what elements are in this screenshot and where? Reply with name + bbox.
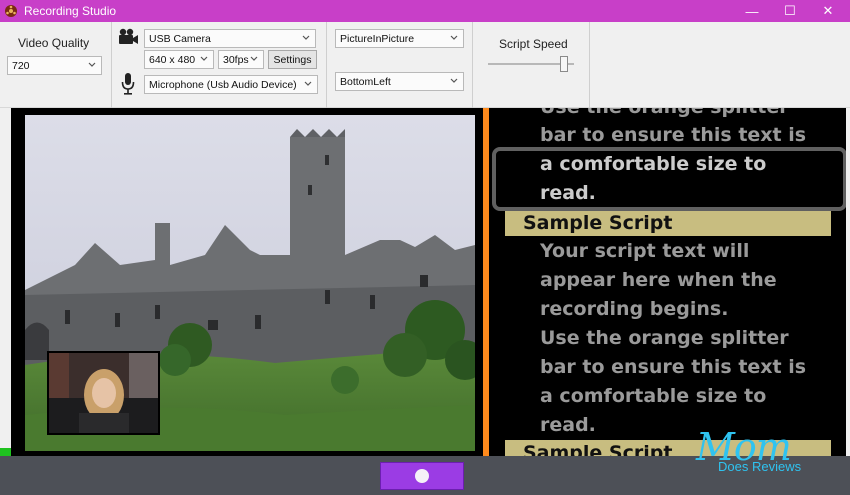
chevron-down-icon: [200, 56, 208, 61]
watermark-sub: Does Reviews: [718, 459, 802, 474]
camera-select[interactable]: USB Camera: [144, 29, 316, 48]
video-quality-select[interactable]: 720: [7, 56, 102, 75]
close-button[interactable]: ✕: [809, 0, 847, 22]
script-line: appear here when the: [540, 269, 777, 291]
chevron-down-icon: [450, 78, 458, 83]
window-title: Recording Studio: [24, 4, 117, 18]
script-line: read.: [540, 414, 596, 436]
webcam-feed-image: [49, 353, 158, 433]
movie-camera-icon: [119, 28, 138, 44]
microphone-value: Microphone (Usb Audio Device): [149, 78, 297, 91]
separator: [111, 22, 112, 108]
fps-select[interactable]: 30fps: [218, 50, 264, 69]
right-gutter: [846, 108, 850, 456]
script-line: bar to ensure this text is: [540, 356, 807, 378]
separator: [472, 22, 473, 108]
pip-position-value: BottomLeft: [340, 75, 391, 88]
separator: [326, 22, 327, 108]
chevron-down-icon: [304, 81, 312, 86]
resolution-select[interactable]: 640 x 480: [144, 50, 214, 69]
chevron-down-icon: [450, 35, 458, 40]
fps-value: 30fps: [223, 53, 249, 66]
layout-mode-value: PictureInPicture: [340, 32, 415, 45]
microphone-icon: [121, 73, 135, 95]
left-gutter: [0, 108, 11, 456]
camera-settings-button[interactable]: Settings: [268, 50, 317, 69]
script-heading: Sample Script: [505, 210, 831, 236]
webcam-pip-overlay[interactable]: [47, 351, 160, 435]
chevron-down-icon: [302, 35, 310, 40]
video-quality-label: Video Quality: [18, 36, 90, 50]
resolution-value: 640 x 480: [149, 53, 196, 66]
title-bar: Recording Studio — ☐ ✕: [0, 0, 850, 22]
separator: [589, 22, 590, 108]
camera-value: USB Camera: [149, 32, 211, 45]
script-line: a comfortable size to: [540, 385, 767, 407]
orange-splitter[interactable]: [483, 108, 489, 456]
watermark-logo: Mom Does Reviews: [688, 425, 818, 477]
record-button[interactable]: [380, 462, 464, 490]
audio-level-indicator: [0, 448, 11, 456]
reading-focus-box: [492, 147, 847, 211]
layout-mode-select[interactable]: PictureInPicture: [335, 29, 464, 48]
script-line: bar to ensure this text is: [540, 124, 807, 146]
script-speed-slider-thumb[interactable]: [559, 56, 568, 72]
script-line: recording begins.: [540, 298, 729, 320]
script-line: Use the orange splitter: [540, 108, 789, 118]
script-line: Your script text will: [540, 240, 750, 262]
chevron-down-icon: [250, 56, 258, 61]
video-quality-value: 720: [12, 59, 30, 72]
chevron-down-icon: [88, 62, 96, 67]
pip-position-select[interactable]: BottomLeft: [335, 72, 464, 91]
record-dot-icon: [415, 469, 429, 483]
microphone-select[interactable]: Microphone (Usb Audio Device): [144, 75, 318, 94]
maximize-button[interactable]: ☐: [771, 0, 809, 22]
script-speed-label: Script Speed: [499, 37, 568, 51]
script-line: Use the orange splitter: [540, 327, 789, 349]
minimize-button[interactable]: —: [733, 0, 771, 22]
app-icon: [5, 5, 17, 17]
toolbar: Video Quality 720 USB Camera 640 x 480 3…: [0, 22, 850, 108]
